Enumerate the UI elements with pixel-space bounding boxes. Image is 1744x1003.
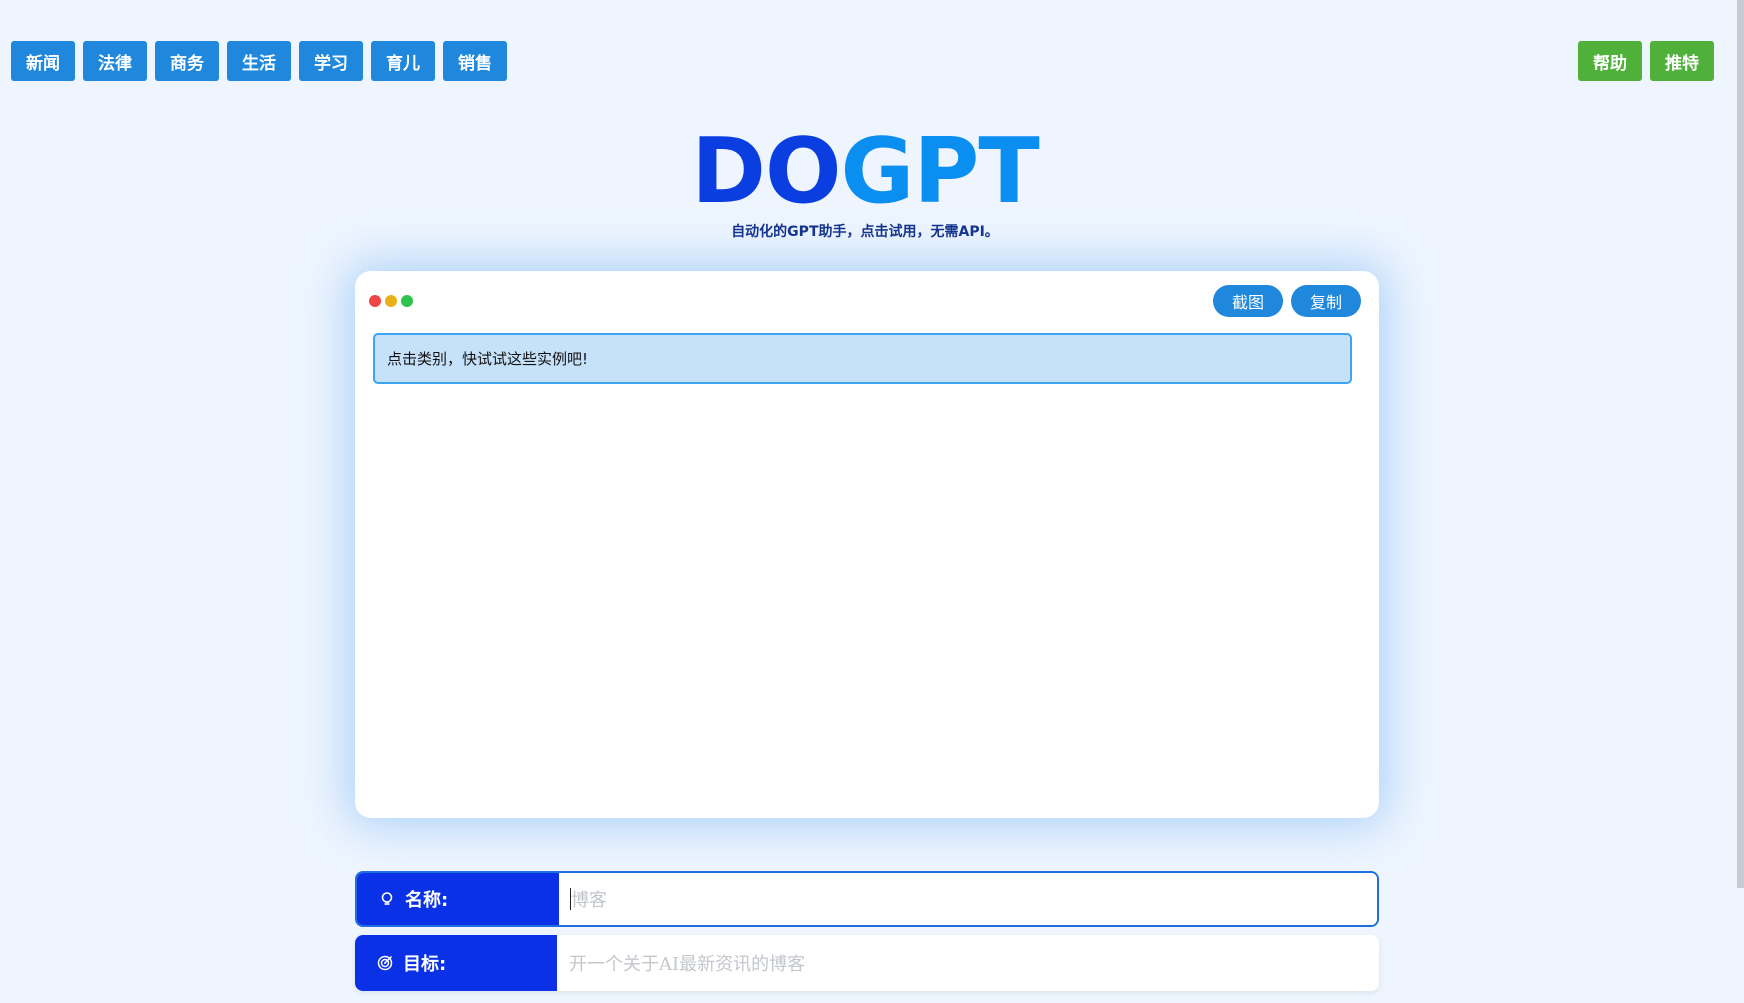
text-caret xyxy=(570,888,571,910)
utility-nav: 帮助 推特 xyxy=(1578,41,1714,81)
maximize-dot-icon xyxy=(401,295,413,307)
category-law-button[interactable]: 法律 xyxy=(83,41,147,81)
app-subtitle: 自动化的GPT助手，点击试用，无需API。 xyxy=(731,224,999,240)
name-field-label: 名称: xyxy=(357,873,559,925)
name-label-text: 名称: xyxy=(405,890,449,911)
name-input-placeholder: 博客 xyxy=(571,890,607,911)
category-sales-button[interactable]: 销售 xyxy=(443,41,507,81)
name-field-row: 名称: 博客 xyxy=(355,871,1379,927)
category-nav: 新闻 法律 商务 生活 学习 育儿 销售 xyxy=(11,41,507,81)
output-message: 点击类别，快试试这些实例吧! xyxy=(373,333,1352,384)
goal-field-label: 目标: xyxy=(355,935,557,991)
goal-label-text: 目标: xyxy=(403,954,447,975)
target-icon xyxy=(377,955,393,971)
twitter-button[interactable]: 推特 xyxy=(1650,41,1714,81)
category-life-button[interactable]: 生活 xyxy=(227,41,291,81)
output-actions: 截图 复制 xyxy=(1212,285,1361,317)
page: 新闻 法律 商务 生活 学习 育儿 销售 帮助 推特 DOGPT 自动化的GPT… xyxy=(0,0,1744,1003)
copy-button[interactable]: 复制 xyxy=(1290,285,1361,317)
goal-input[interactable]: 开一个关于AI最新资讯的博客 xyxy=(557,935,1379,991)
category-study-button[interactable]: 学习 xyxy=(299,41,363,81)
category-parenting-button[interactable]: 育儿 xyxy=(371,41,435,81)
window-controls xyxy=(369,295,413,307)
logo-part-gpt: GPT xyxy=(840,119,1039,224)
logo-part-do: DO xyxy=(691,119,841,224)
name-input[interactable]: 博客 xyxy=(559,873,1377,925)
category-news-button[interactable]: 新闻 xyxy=(11,41,75,81)
screenshot-button[interactable]: 截图 xyxy=(1212,285,1283,317)
goal-input-placeholder: 开一个关于AI最新资讯的博客 xyxy=(569,954,806,975)
help-button[interactable]: 帮助 xyxy=(1578,41,1642,81)
close-dot-icon xyxy=(369,295,381,307)
bulb-icon xyxy=(381,892,393,905)
minimize-dot-icon xyxy=(385,295,397,307)
app-logo: DOGPT xyxy=(0,122,1730,222)
page-scrollbar[interactable] xyxy=(1737,0,1744,888)
category-business-button[interactable]: 商务 xyxy=(155,41,219,81)
output-window: 截图 复制 点击类别，快试试这些实例吧! xyxy=(355,271,1379,818)
goal-field-row: 目标: 开一个关于AI最新资讯的博客 xyxy=(355,935,1379,991)
